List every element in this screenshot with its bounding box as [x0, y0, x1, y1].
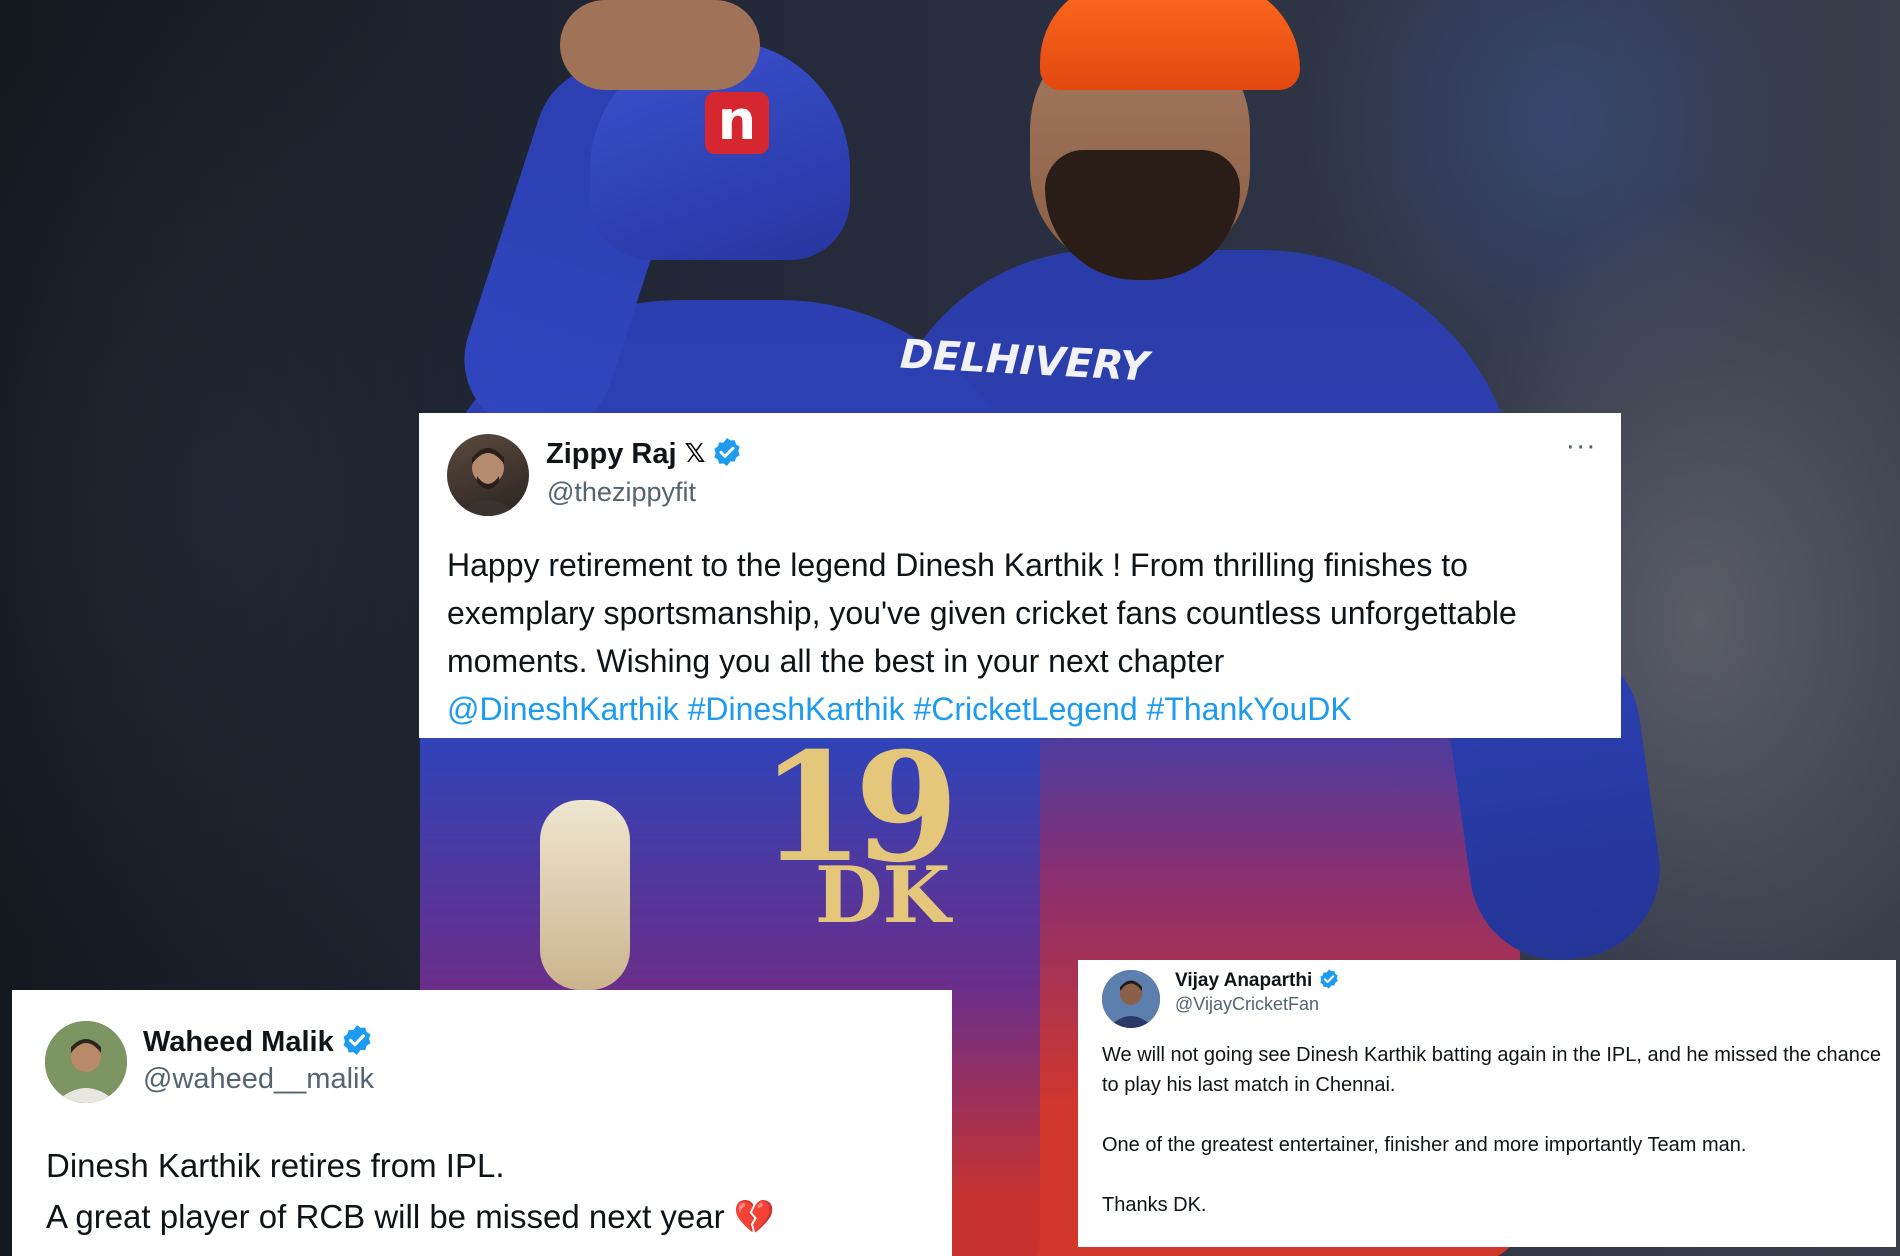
tweet-text: Happy retirement to the legend Dinesh Ka…: [447, 541, 1607, 733]
broken-heart-icon: 💔: [733, 1198, 775, 1235]
tweet-text: Dinesh Karthik retires from IPL. A great…: [46, 1140, 926, 1242]
hashtag-link[interactable]: #CricketLegend: [913, 691, 1137, 727]
tweet-card-vijay-anaparthi[interactable]: Vijay Anaparthi @VijayCricketFan We will…: [1078, 960, 1896, 1247]
more-options-icon[interactable]: ···: [1566, 433, 1597, 463]
hashtag-link[interactable]: #DineshKarthik: [688, 691, 905, 727]
keeping-glove: [540, 800, 630, 990]
tweet-paragraph-3: Thanks DK.: [1102, 1194, 1207, 1216]
hashtag-link[interactable]: #ThankYouDK: [1147, 691, 1352, 727]
author-row: Zippy Raj 𝕏: [546, 435, 743, 473]
x-logo-icon: 𝕏: [684, 439, 706, 469]
tweet-card-waheed-malik[interactable]: Waheed Malik @waheed__malik Dinesh Karth…: [12, 990, 952, 1256]
tweet-card-zippy-raj[interactable]: Zippy Raj 𝕏 @thezippyfit ··· Happy retir…: [419, 413, 1621, 738]
author-row: Vijay Anaparthi: [1175, 968, 1340, 994]
author-handle[interactable]: @thezippyfit: [547, 477, 696, 508]
verified-badge-icon: [711, 436, 743, 472]
author-handle[interactable]: @waheed__malik: [143, 1063, 374, 1096]
tweet-line-2: A great player of RCB will be missed nex…: [46, 1198, 725, 1235]
avatar[interactable]: [45, 1021, 127, 1103]
verified-badge-icon: [1318, 968, 1340, 994]
author-handle[interactable]: @VijayCricketFan: [1175, 994, 1319, 1015]
orange-cap: [1040, 0, 1300, 90]
tweet-paragraph-1: We will not going see Dinesh Karthik bat…: [1102, 1044, 1881, 1096]
hand-on-cap: [560, 0, 760, 90]
mention-link[interactable]: @DineshKarthik: [447, 691, 679, 727]
author-name[interactable]: Zippy Raj: [546, 438, 677, 471]
verified-badge-icon: [340, 1023, 374, 1061]
author-row: Waheed Malik: [143, 1023, 374, 1061]
author-name[interactable]: Vijay Anaparthi: [1175, 970, 1312, 992]
tweet-body: Happy retirement to the legend Dinesh Ka…: [447, 547, 1517, 679]
cap-logo: n: [705, 92, 769, 154]
tweet-line-1: Dinesh Karthik retires from IPL.: [46, 1147, 505, 1184]
tweet-paragraph-2: One of the greatest entertainer, finishe…: [1102, 1134, 1747, 1156]
author-name[interactable]: Waheed Malik: [143, 1026, 334, 1059]
avatar[interactable]: [1102, 970, 1160, 1028]
avatar[interactable]: [447, 434, 529, 516]
jersey-name: DK: [815, 850, 951, 941]
tweet-text: We will not going see Dinesh Karthik bat…: [1102, 1040, 1882, 1220]
